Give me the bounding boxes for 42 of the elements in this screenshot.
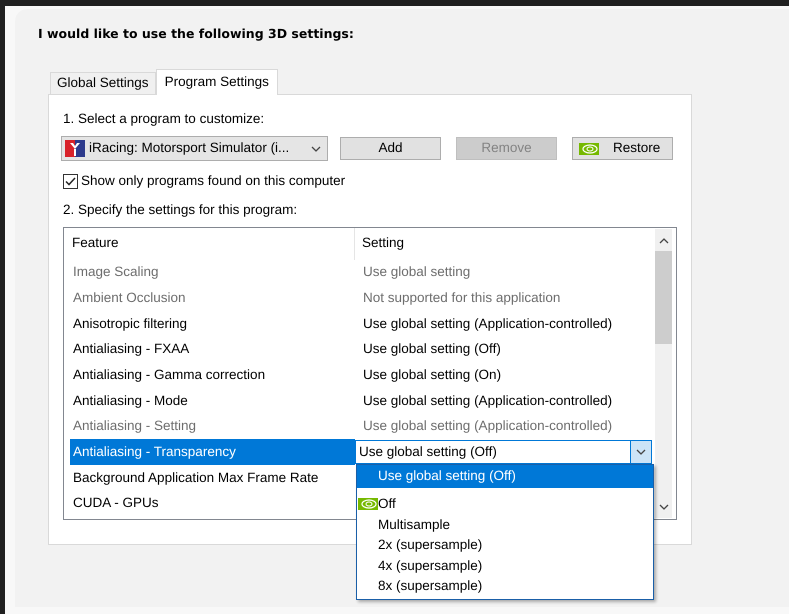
settings-label: 2. Specify the settings for this program: (63, 201, 298, 220)
checkbox[interactable] (63, 174, 78, 189)
setting-cell-text: Use global setting (362, 263, 470, 282)
dropdown-button[interactable] (630, 441, 651, 464)
tab[interactable]: Program Settings (156, 68, 278, 95)
caret-icon (311, 146, 321, 152)
program-label: 1. Select a program to customize: (63, 110, 264, 128)
feature-cell[interactable]: Anisotropic filtering (70, 310, 355, 337)
feature-cell[interactable]: Antialiasing - Mode (70, 388, 355, 414)
column-header[interactable]: Feature (64, 228, 355, 260)
dropdown-option[interactable]: Use global setting (Off) (357, 465, 653, 488)
app-logo-icon (65, 140, 85, 157)
caret-icon (636, 449, 646, 456)
tab[interactable]: Global Settings (50, 72, 156, 94)
setting-cell-text: Use global setting (Application-controlled) (362, 314, 612, 333)
setting-cell-text: Use global setting (Application-controlled) (362, 417, 612, 436)
dropdown-option[interactable]: Multisample (357, 514, 653, 536)
setting-cell-text: Use global setting (Off) (362, 340, 501, 358)
feature-cell[interactable]: Antialiasing - Gamma correction (70, 362, 355, 388)
feature-cell[interactable]: Antialiasing - FXAA (70, 336, 355, 362)
dropdown-option[interactable]: 8x (supersample) (357, 576, 653, 597)
dialog-button[interactable]: Add (340, 137, 441, 160)
checkbox-row[interactable]: Show only programs found on this computer (63, 171, 346, 192)
feature-cell[interactable]: Background Application Max Frame Rate (70, 465, 355, 491)
setting-cell-text: Use global setting (Application-controlled) (362, 392, 612, 410)
dropdown-option[interactable]: 4x (supersample) (357, 556, 653, 576)
scrollbar-thumb[interactable] (655, 250, 672, 344)
feature-cell[interactable]: Antialiasing - Transparency (70, 439, 355, 465)
scroll-up-icon (658, 238, 668, 244)
setting-combobox[interactable]: Use global setting (Off) (355, 440, 652, 464)
setting-cell-text: Use global setting (On) (362, 366, 502, 384)
setting-cell-text: Not supported for this application (362, 288, 560, 307)
feature-cell[interactable]: CUDA - GPUs (70, 490, 355, 516)
scroll-down-icon (658, 504, 668, 510)
dropdown-option[interactable]: Off (357, 494, 653, 515)
dropdown-option[interactable]: 2x (supersample) (357, 535, 653, 556)
checkmark-icon (65, 176, 76, 186)
column-header[interactable]: Setting (355, 228, 649, 260)
section-title: I would like to use the following 3D settings: (38, 25, 354, 43)
dialog-button[interactable]: Restore (572, 137, 673, 160)
program-dropdown[interactable]: iRacing: Motorsport Simulator (i... (61, 136, 328, 161)
scrollbar[interactable] (655, 228, 672, 518)
